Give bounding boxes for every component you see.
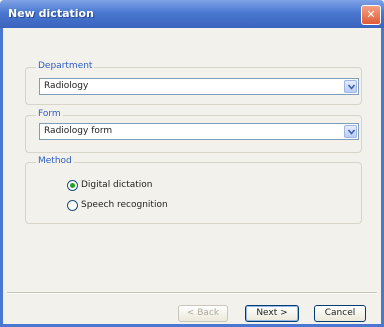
chevron-down-icon xyxy=(348,84,355,90)
dropdown-button[interactable] xyxy=(344,80,357,93)
title-bar[interactable]: New dictation ✕ xyxy=(0,0,384,28)
window-title: New dictation xyxy=(8,7,94,20)
radio-button[interactable] xyxy=(67,200,78,211)
separator xyxy=(7,292,377,294)
department-label: Department xyxy=(36,61,95,71)
dropdown-button[interactable] xyxy=(344,125,357,138)
close-icon: ✕ xyxy=(366,8,376,21)
department-select[interactable]: Radiology xyxy=(39,78,359,95)
method-group: Method xyxy=(25,156,362,224)
close-button[interactable]: ✕ xyxy=(361,5,381,25)
method-label: Method xyxy=(36,156,74,166)
form-select[interactable]: Radiology form xyxy=(39,123,359,140)
cancel-button[interactable]: Cancel xyxy=(314,305,366,322)
form-value: Radiology form xyxy=(44,126,113,136)
radio-button[interactable] xyxy=(67,180,78,191)
back-button[interactable]: < Back xyxy=(178,305,228,322)
radio-selected-dot xyxy=(70,183,75,188)
speech-recognition-label[interactable]: Speech recognition xyxy=(81,200,168,210)
form-label: Form xyxy=(36,109,63,119)
next-button[interactable]: Next > xyxy=(245,305,299,322)
chevron-down-icon xyxy=(348,129,355,135)
digital-dictation-label[interactable]: Digital dictation xyxy=(81,180,153,190)
department-value: Radiology xyxy=(44,81,89,91)
